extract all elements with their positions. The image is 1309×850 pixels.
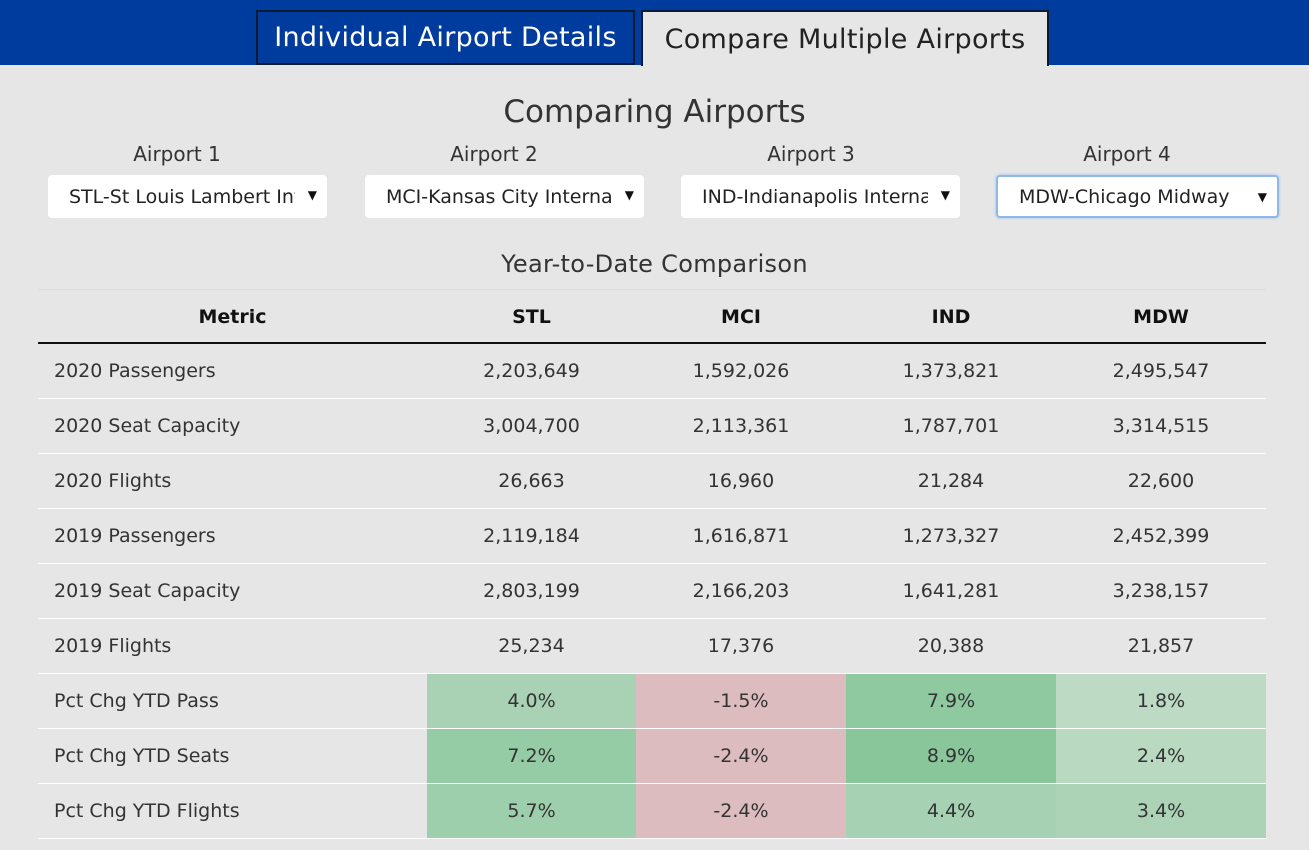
tab-compare-multiple-airports[interactable]: Compare Multiple Airports — [641, 10, 1049, 66]
airport-3-cell: 4.4% — [846, 784, 1056, 838]
airport-4-cell: 3.4% — [1056, 784, 1266, 838]
table-row: 2019 Passengers 2,119,184 1,616,871 1,273,3… — [38, 509, 1266, 564]
page-title: Comparing Airports — [503, 94, 806, 130]
table-row: 2019 Flights 25,234 17,376 20,388 21,857 — [38, 619, 1266, 674]
column-header-metric[interactable]: Metric — [38, 290, 427, 343]
airport-3-cell: 8.9% — [846, 729, 1056, 783]
metric-cell: Pct Chg YTD Flights — [54, 800, 240, 822]
metric-cell: Pct Chg YTD Seats — [54, 745, 230, 767]
airport-3-cell: 1,373,821 — [902, 360, 1000, 382]
comparison-table: Metric STL MCI IND MDW 2020 Passengers 2,… — [38, 289, 1266, 839]
airport-2-cell: 2,113,361 — [692, 415, 790, 437]
airport-4-cell: 3,238,157 — [1112, 580, 1210, 602]
airport-1-cell: 7.2% — [427, 729, 636, 783]
metric-cell: 2020 Passengers — [54, 360, 216, 382]
metric-cell: 2019 Flights — [54, 635, 172, 657]
airport-3-label: Airport 3 — [767, 142, 855, 166]
airport-3-select[interactable]: IND-Indianapolis Interna ▼ — [681, 175, 960, 218]
airport-1-cell: 5.7% — [427, 784, 636, 838]
airport-2-label: Airport 2 — [450, 142, 538, 166]
airport-2-cell: -1.5% — [636, 674, 846, 728]
metric-cell: Pct Chg YTD Pass — [54, 690, 219, 712]
metric-cell: 2020 Flights — [54, 470, 172, 492]
airport-2-cell: 16,960 — [707, 470, 775, 492]
airport-4-select[interactable]: MDW-Chicago Midway ▼ — [996, 175, 1279, 218]
dropdown-caret-icon: ▼ — [940, 188, 950, 202]
column-header-airport-2[interactable]: MCI — [636, 290, 846, 343]
airport-1-selected-value: STL-St Louis Lambert Int — [69, 185, 295, 208]
dropdown-caret-icon: ▼ — [624, 188, 634, 202]
airport-4-cell: 22,600 — [1127, 470, 1195, 492]
airport-1-cell: 2,119,184 — [483, 525, 580, 547]
airport-2-cell: -2.4% — [636, 784, 846, 838]
airport-3-cell: 1,641,281 — [902, 580, 1000, 602]
airport-4-cell: 21,857 — [1127, 635, 1195, 657]
airport-4-cell: 1.8% — [1056, 674, 1266, 728]
airport-1-select[interactable]: STL-St Louis Lambert Int ▼ — [48, 175, 327, 218]
airport-1-cell: 2,203,649 — [483, 360, 580, 382]
airport-3-cell: 21,284 — [917, 470, 985, 492]
dropdown-caret-icon: ▼ — [1257, 190, 1267, 204]
table-body: 2020 Passengers 2,203,649 1,592,026 1,373,8… — [38, 344, 1266, 839]
airport-4-cell: 2,495,547 — [1112, 360, 1210, 382]
metric-cell: 2019 Passengers — [54, 525, 216, 547]
table-row: Pct Chg YTD Seats 7.2% -2.4% 8.9% 2.4% — [38, 729, 1266, 784]
airport-2-cell: 1,592,026 — [692, 360, 790, 382]
table-row: 2020 Flights 26,663 16,960 21,284 22,600 — [38, 454, 1266, 509]
airport-3-cell: 7.9% — [846, 674, 1056, 728]
airport-1-cell: 4.0% — [427, 674, 636, 728]
airport-2-select[interactable]: MCI-Kansas City Interna ▼ — [365, 175, 644, 218]
airport-4-cell: 3,314,515 — [1112, 415, 1210, 437]
airport-4-selected-value: MDW-Chicago Midway — [1019, 185, 1230, 208]
airport-2-cell: -2.4% — [636, 729, 846, 783]
airport-4-cell: 2,452,399 — [1112, 525, 1210, 547]
table-row: Pct Chg YTD Pass 4.0% -1.5% 7.9% 1.8% — [38, 674, 1266, 729]
airport-1-cell: 26,663 — [498, 470, 565, 492]
airport-3-cell: 1,787,701 — [902, 415, 1000, 437]
metric-cell: 2019 Seat Capacity — [54, 580, 241, 602]
column-header-airport-3[interactable]: IND — [846, 290, 1056, 343]
airport-1-cell: 3,004,700 — [483, 415, 580, 437]
airport-4-label: Airport 4 — [1083, 142, 1171, 166]
airport-3-cell: 20,388 — [917, 635, 985, 657]
airport-2-cell: 2,166,203 — [692, 580, 790, 602]
table-header-row: Metric STL MCI IND MDW — [38, 289, 1266, 344]
airport-3-cell: 1,273,327 — [902, 525, 1000, 547]
column-header-airport-4[interactable]: MDW — [1056, 290, 1266, 343]
table-row: Pct Chg YTD Flights 5.7% -2.4% 4.4% 3.4% — [38, 784, 1266, 839]
airport-1-label: Airport 1 — [133, 142, 221, 166]
tab-individual-airport-details[interactable]: Individual Airport Details — [256, 10, 635, 65]
top-nav-bar: Individual Airport Details Compare Multi… — [0, 0, 1309, 66]
airport-1-cell: 2,803,199 — [483, 580, 580, 602]
section-title: Year-to-Date Comparison — [501, 250, 808, 278]
dropdown-caret-icon: ▼ — [307, 188, 317, 202]
metric-cell: 2020 Seat Capacity — [54, 415, 241, 437]
table-row: 2020 Seat Capacity 3,004,700 2,113,361 1,78… — [38, 399, 1266, 454]
airport-3-selected-value: IND-Indianapolis Interna — [702, 185, 928, 208]
airport-1-cell: 25,234 — [498, 635, 565, 657]
airport-2-selected-value: MCI-Kansas City Interna — [386, 185, 612, 208]
table-row: 2020 Passengers 2,203,649 1,592,026 1,373,8… — [38, 344, 1266, 399]
column-header-airport-1[interactable]: STL — [427, 290, 636, 343]
table-row: 2019 Seat Capacity 2,803,199 2,166,203 1,64… — [38, 564, 1266, 619]
airport-4-cell: 2.4% — [1056, 729, 1266, 783]
airport-2-cell: 1,616,871 — [692, 525, 790, 547]
airport-2-cell: 17,376 — [707, 635, 775, 657]
